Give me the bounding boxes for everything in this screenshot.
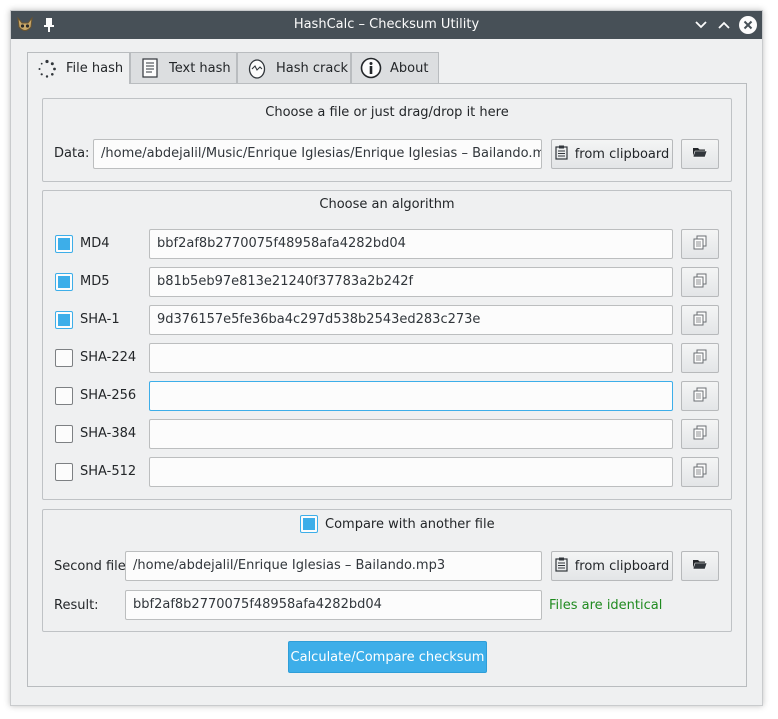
info-icon [360,57,382,79]
algo-checkbox-sha-384[interactable] [55,425,73,443]
second-from-clipboard-button[interactable]: from clipboard [551,551,673,581]
compare-label: Compare with another file [325,517,495,532]
tab-label: About [390,60,429,76]
data-label: Data: [54,146,90,161]
hash-output-sha-1[interactable]: 9d376157e5fe36ba4c297d538b2543ed283c273e [149,305,673,335]
copy-hash-button[interactable] [681,457,719,487]
app-window: HashCalc – Checksum Utility File hash Te… [10,10,763,706]
copy-icon [693,235,707,254]
hash-output-sha-512[interactable] [149,457,673,487]
copy-hash-button[interactable] [681,419,719,449]
open-second-file-button[interactable] [681,551,719,581]
copy-icon [693,387,707,406]
algo-checkbox-sha-512[interactable] [55,463,73,481]
tab-text-hash[interactable]: Text hash [130,52,237,83]
file-group-title: Choose a file or just drag/drop it here [265,105,509,120]
algo-label: MD5 [80,274,110,289]
tab-label: File hash [66,61,124,76]
tab-file-hash[interactable]: File hash [27,52,130,84]
tab-hash-crack[interactable]: Hash crack [237,52,351,83]
algo-checkbox-sha-224[interactable] [55,349,73,367]
algo-checkbox-sha-1[interactable] [55,311,73,329]
data-path-input[interactable]: /home/abdejalil/Music/Enrique Iglesias/E… [93,139,542,169]
open-file-button[interactable] [681,139,719,169]
title-bar: HashCalc – Checksum Utility [11,11,762,39]
tab-label: Hash crack [276,60,349,76]
algo-checkbox-md4[interactable] [55,235,73,253]
cracked-egg-icon [246,57,268,79]
algo-label: MD4 [80,236,110,251]
second-from-clipboard-label: from clipboard [574,558,670,574]
algorithm-group-title: Choose an algorithm [319,197,455,212]
copy-icon [693,311,707,330]
compare-status: Files are identical [549,598,663,613]
result-label: Result: [54,598,99,613]
copy-hash-button[interactable] [681,343,719,373]
algo-label: SHA-512 [80,464,137,479]
algo-label: SHA-256 [80,388,137,403]
file-group: Choose a file or just drag/drop it here … [42,98,732,182]
copy-hash-button[interactable] [681,229,719,259]
window-title: HashCalc – Checksum Utility [293,17,480,32]
copy-hash-button[interactable] [681,267,719,297]
tab-about[interactable]: About [351,52,439,83]
minimize-button[interactable] [691,15,711,35]
compare-checkbox[interactable] [300,515,318,533]
algo-checkbox-md5[interactable] [55,273,73,291]
compare-group: Compare with another file Second file /h… [42,509,732,632]
copy-hash-button[interactable] [681,381,719,411]
hash-output-sha-256[interactable] [149,381,673,411]
folder-icon [692,557,708,575]
copy-icon [693,425,707,444]
close-button[interactable] [738,15,758,35]
hash-output-sha-224[interactable] [149,343,673,373]
file-hash-panel: Choose a file or just drag/drop it here … [27,83,747,687]
text-document-icon [139,57,161,79]
algo-checkbox-sha-256[interactable] [55,387,73,405]
copy-icon [693,349,707,368]
folder-icon [692,145,708,163]
calculate-compare-button[interactable]: Calculate/Compare checksum [288,641,487,673]
hash-output-md5[interactable]: b81b5eb97e813e21240f37783a2b242f [149,267,673,297]
calculate-label: Calculate/Compare checksum [290,649,485,665]
maximize-button[interactable] [714,15,734,35]
clipboard-icon [555,557,568,576]
algorithm-group: Choose an algorithm MD4 bbf2af8b2770075f4… [42,190,732,500]
algo-label: SHA-1 [80,312,120,327]
tab-label: Text hash [169,60,231,76]
clipboard-icon [555,145,568,164]
from-clipboard-label: from clipboard [574,146,670,162]
copy-icon [693,463,707,482]
hash-output-sha-384[interactable] [149,419,673,449]
second-file-input[interactable]: /home/abdejalil/Enrique Iglesias – Baila… [125,551,542,581]
copy-icon [693,273,707,292]
algo-label: SHA-384 [80,426,137,441]
result-field[interactable]: bbf2af8b2770075f48958afa4282bd04 [125,590,542,620]
from-clipboard-button[interactable]: from clipboard [551,139,673,169]
hash-output-md4[interactable]: bbf2af8b2770075f48958afa4282bd04 [149,229,673,259]
spinner-icon [36,58,58,80]
copy-hash-button[interactable] [681,305,719,335]
second-file-label: Second file [54,559,126,574]
algo-label: SHA-224 [80,350,137,365]
